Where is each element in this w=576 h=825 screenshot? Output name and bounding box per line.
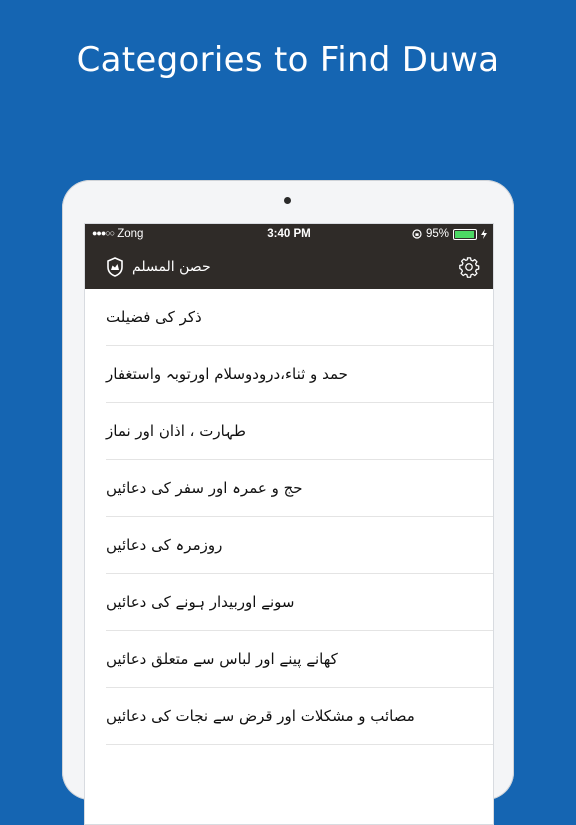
nav-bar: حصن المسلم (85, 246, 493, 289)
category-label: کھانے پینے اور لباس سے متعلق دعائیں (106, 650, 338, 668)
shield-icon[interactable] (106, 257, 124, 277)
category-label: ذکر کی فضیلت (106, 308, 202, 326)
category-item[interactable]: روزمرہ کی دعائیں (106, 517, 493, 574)
status-right: 95% (412, 228, 487, 240)
category-label: سونے اوربیدار ہونے کی دعائیں (106, 593, 295, 611)
category-item[interactable]: طہارت ، اذان اور نماز (106, 403, 493, 460)
tablet-frame: ●●●○○ Zong 3:40 PM 95% حصن المسلم ذکر کی… (62, 180, 514, 825)
camera-dot (284, 197, 291, 204)
charging-icon (481, 229, 487, 239)
category-item[interactable]: حج و عمرہ اور سفر کی دعائیں (106, 460, 493, 517)
app-title: حصن المسلم (132, 259, 211, 275)
category-item[interactable]: مصائب و مشکلات اور قرض سے نجات کی دعائیں (106, 688, 493, 745)
category-label: روزمرہ کی دعائیں (106, 536, 223, 554)
category-list: ذکر کی فضیلت حمد و ثناء،درودوسلام اورتوب… (85, 289, 493, 745)
category-label: طہارت ، اذان اور نماز (106, 422, 246, 440)
category-item[interactable]: ذکر کی فضیلت (106, 289, 493, 346)
app-screen: ●●●○○ Zong 3:40 PM 95% حصن المسلم ذکر کی… (84, 223, 494, 825)
category-label: مصائب و مشکلات اور قرض سے نجات کی دعائیں (106, 707, 415, 725)
gear-icon[interactable] (458, 256, 480, 278)
category-item[interactable]: حمد و ثناء،درودوسلام اورتوبہ واستغفار (106, 346, 493, 403)
headline: Categories to Find Duwa (76, 40, 500, 80)
battery-fill (455, 230, 474, 238)
rotation-lock-icon (412, 229, 422, 239)
battery-percent: 95% (425, 228, 449, 240)
status-bar: ●●●○○ Zong 3:40 PM 95% (85, 224, 493, 246)
category-item[interactable]: کھانے پینے اور لباس سے متعلق دعائیں (106, 631, 493, 688)
battery-icon (453, 228, 477, 240)
category-label: حمد و ثناء،درودوسلام اورتوبہ واستغفار (106, 365, 348, 383)
category-item[interactable]: سونے اوربیدار ہونے کی دعائیں (106, 574, 493, 631)
category-label: حج و عمرہ اور سفر کی دعائیں (106, 479, 303, 497)
